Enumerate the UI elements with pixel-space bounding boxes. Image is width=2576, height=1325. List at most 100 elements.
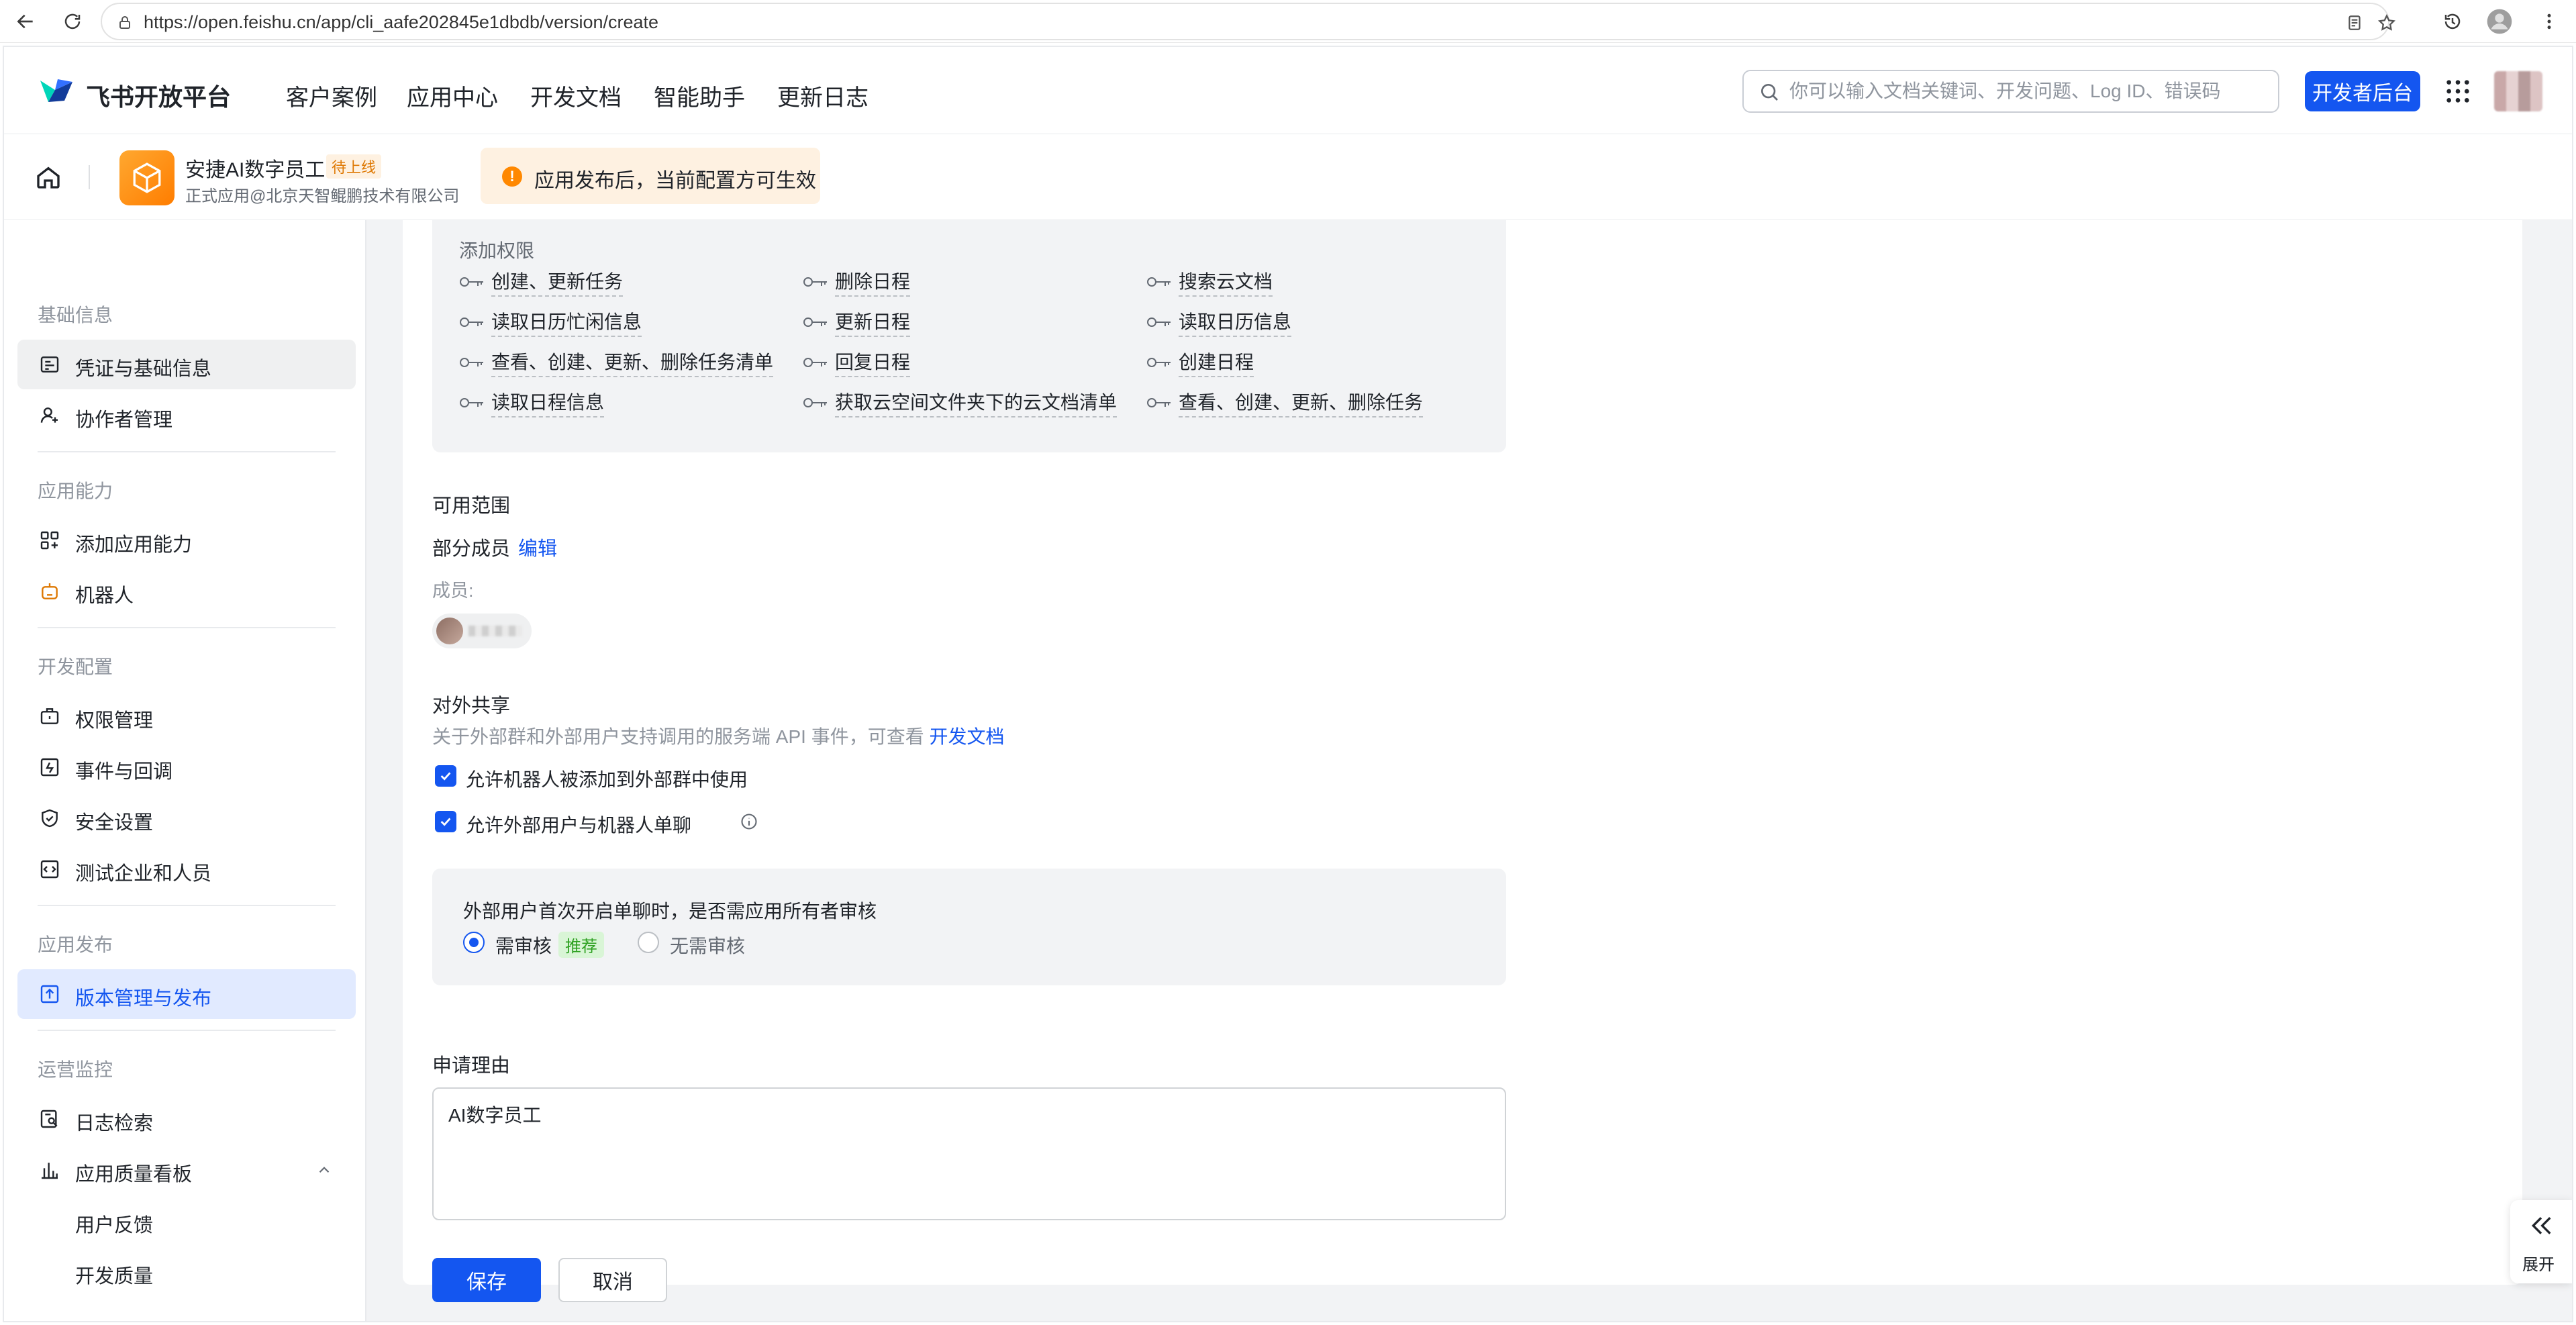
sidebar-item-label: 安全设置 (75, 812, 154, 834)
home-icon[interactable] (35, 164, 62, 191)
permission-item[interactable]: 创建、更新任务 (459, 267, 624, 297)
permission-item[interactable]: 更新日程 (803, 307, 911, 337)
browser-toolbar: https://open.feishu.cn/app/cli_aafe20284… (0, 0, 2576, 43)
radio-need-review[interactable] (463, 932, 485, 953)
search-input[interactable] (1789, 71, 2259, 111)
sidebar-item-label: 日志检索 (75, 1113, 154, 1134)
feishu-logo-icon[interactable] (38, 75, 75, 106)
sidebar-item-add-capability[interactable]: 添加应用能力 (17, 516, 356, 565)
permission-item[interactable]: 读取日历信息 (1146, 307, 1292, 337)
permission-item[interactable]: 删除日程 (803, 267, 911, 297)
permission-item[interactable]: 回复日程 (803, 348, 911, 377)
sidebar-group-basic: 基础信息 (38, 305, 113, 326)
radio-no-review[interactable] (638, 932, 659, 953)
favorite-star-icon[interactable] (2376, 12, 2397, 34)
sidebar-item-user-feedback[interactable]: 用户反馈 (17, 1196, 356, 1246)
sidebar-item-label: 权限管理 (75, 710, 154, 732)
divider (38, 1030, 336, 1031)
allow-external-group-label[interactable]: 允许机器人被添加到外部群中使用 (466, 765, 748, 792)
apps-grid-icon[interactable] (2444, 78, 2471, 105)
platform-name[interactable]: 飞书开放平台 (86, 78, 231, 113)
scope-edit-link[interactable]: 编辑 (518, 533, 557, 561)
sharing-desc: 关于外部群和外部用户支持调用的服务端 API 事件，可查看 开发文档 (432, 726, 1005, 747)
sidebar-item-security[interactable]: 安全设置 (17, 793, 356, 843)
allow-external-group-checkbox[interactable] (435, 765, 456, 787)
sidebar-item-quality-board[interactable]: 应用质量看板 (17, 1145, 356, 1195)
apps-add-icon (40, 531, 59, 550)
sidebar-item-collaborators[interactable]: 协作者管理 (17, 391, 356, 440)
notice-text: 应用发布后，当前配置方可生效 (534, 170, 816, 192)
reason-value[interactable]: AI数字员工 (448, 1101, 541, 1128)
sidebar-item-label: 事件与回调 (75, 761, 173, 783)
allow-external-chat-checkbox[interactable] (435, 811, 456, 832)
nav-customer-cases[interactable]: 客户案例 (286, 79, 377, 112)
main-content: 添加权限 创建、更新任务 删除日程 搜索云文档 读取日历忙闲信息 更新日程 读取… (366, 220, 2572, 1321)
search-box[interactable] (1742, 70, 2279, 113)
nav-app-center[interactable]: 应用中心 (407, 79, 498, 112)
nav-ai-assistant[interactable]: 智能助手 (654, 79, 745, 112)
sidebar-item-permissions[interactable]: 权限管理 (17, 691, 356, 741)
expand-panel-button[interactable]: 展开 (2510, 1200, 2572, 1283)
history-icon[interactable] (2436, 5, 2469, 38)
user-avatar[interactable] (2494, 71, 2542, 111)
key-icon (803, 277, 827, 287)
sidebar-item-credentials[interactable]: 凭证与基础信息 (17, 340, 356, 389)
app-icon (119, 150, 175, 205)
app-subtitle: 正式应用@北京天智鲲鹏技术有限公司 (185, 187, 460, 205)
permission-item[interactable]: 读取日程信息 (459, 388, 605, 418)
allow-external-chat-label[interactable]: 允许外部用户与机器人单聊 (466, 811, 691, 838)
sidebar-item-version-release[interactable]: 版本管理与发布 (17, 969, 356, 1019)
info-icon[interactable] (740, 812, 758, 831)
sidebar-group-release: 应用发布 (38, 934, 113, 955)
radio-need-review-label[interactable]: 需审核 (495, 932, 552, 959)
sidebar-item-log-search[interactable]: 日志检索 (17, 1094, 356, 1144)
permission-item[interactable]: 读取日历忙闲信息 (459, 307, 642, 337)
scope-value: 部分成员 (432, 538, 511, 560)
sidebar-item-label: 版本管理与发布 (75, 988, 212, 1010)
dev-docs-link[interactable]: 开发文档 (929, 726, 1004, 747)
key-icon (803, 398, 827, 407)
developer-console-button[interactable]: 开发者后台 (2305, 71, 2420, 111)
upload-icon (40, 985, 59, 1003)
sidebar-item-label: 测试企业和人员 (75, 863, 212, 885)
sidebar-item-bot[interactable]: 机器人 (17, 567, 356, 616)
reload-icon[interactable] (56, 5, 89, 38)
user-add-icon (40, 407, 58, 423)
key-icon (460, 317, 483, 327)
top-header: 飞书开放平台 客户案例 应用中心 开发文档 智能助手 更新日志 开发者后台 (4, 47, 2572, 134)
member-chip[interactable] (432, 614, 532, 648)
robot-icon (42, 583, 58, 599)
radio-no-review-label[interactable]: 无需审核 (670, 932, 745, 959)
permission-item[interactable]: 查看、创建、更新、删除任务 (1146, 388, 1424, 418)
nav-dev-docs[interactable]: 开发文档 (530, 79, 622, 112)
key-icon (1147, 277, 1171, 287)
sidebar-item-test-tenant[interactable]: 测试企业和人员 (17, 844, 356, 894)
sidebar-item-dev-quality[interactable]: 开发质量 (17, 1247, 356, 1297)
chevron-up-icon[interactable] (315, 1161, 333, 1179)
key-icon (803, 358, 827, 367)
reason-textarea[interactable]: AI数字员工 (432, 1087, 1506, 1220)
key-icon (1147, 358, 1171, 367)
cancel-button[interactable]: 取消 (558, 1258, 667, 1302)
address-bar[interactable]: https://open.feishu.cn/app/cli_aafe20284… (101, 3, 2396, 40)
permission-item[interactable]: 创建日程 (1146, 348, 1254, 377)
double-chevron-left-icon (2531, 1217, 2551, 1234)
permission-item[interactable]: 获取云空间文件夹下的云文档清单 (803, 388, 1118, 418)
reader-mode-icon[interactable] (2344, 12, 2365, 34)
back-icon[interactable] (9, 5, 42, 38)
divider (38, 905, 336, 906)
sidebar-item-events[interactable]: 事件与回调 (17, 742, 356, 792)
site-info-icon[interactable] (114, 12, 136, 34)
url-text[interactable]: https://open.feishu.cn/app/cli_aafe20284… (144, 12, 658, 33)
event-icon (40, 758, 59, 777)
app-frame: 飞书开放平台 客户案例 应用中心 开发文档 智能助手 更新日志 开发者后台 安捷… (3, 46, 2573, 1322)
more-menu-icon[interactable] (2533, 5, 2565, 38)
save-button[interactable]: 保存 (432, 1258, 541, 1302)
profile-icon[interactable] (2483, 5, 2516, 38)
app-status-badge: 待上线 (326, 154, 382, 179)
nav-changelog[interactable]: 更新日志 (777, 79, 869, 112)
permission-item[interactable]: 查看、创建、更新、删除任务清单 (459, 348, 774, 377)
permission-item[interactable]: 搜索云文档 (1146, 267, 1273, 297)
search-icon (1761, 83, 1778, 101)
key-icon (460, 358, 483, 367)
